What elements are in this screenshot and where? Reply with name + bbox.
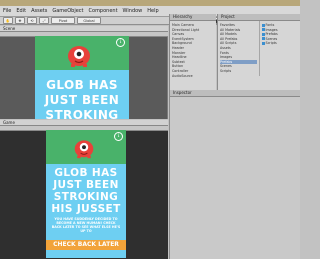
hierarchy-list: Main Camera Directional Light Canvas Eve… (170, 21, 216, 80)
game-phone-preview: i GLOB HAS JUST BEEN STROKING HIS JUSSET… (46, 130, 126, 258)
check-back-later-button[interactable]: CHECK BACK LATER (46, 240, 126, 250)
project-files: Fonts Images Prefabs Scenes Scripts (260, 21, 301, 76)
menu-file[interactable]: File (3, 8, 11, 14)
list-item[interactable]: Scripts (261, 41, 299, 46)
folder-icon (261, 28, 265, 32)
scale-icon: ⤢ (42, 18, 46, 23)
folder-icon (261, 41, 265, 45)
scene-phone-preview: i GLOB HAS JUST BEEN STROKING (35, 36, 129, 119)
global-toggle[interactable]: Global (77, 17, 101, 24)
hand-tool-button[interactable]: ✋ (3, 17, 13, 24)
rotate-tool-button[interactable]: ⟲ (27, 17, 37, 24)
list-item[interactable]: AudioSource (172, 74, 214, 79)
project-tree: Favorites All Materials All Models All P… (218, 21, 260, 76)
move-tool-button[interactable]: ✥ (15, 17, 25, 24)
move-icon: ✥ (18, 18, 22, 23)
folder-icon (261, 37, 265, 41)
info-icon[interactable]: i (116, 38, 125, 47)
inspector-panel: Inspector (169, 90, 300, 259)
pivot-toggle[interactable]: Pivot (51, 17, 75, 24)
info-icon[interactable]: i (114, 132, 123, 141)
menu-edit[interactable]: Edit (16, 8, 26, 14)
hierarchy-panel: Hierarchy Main Camera Directional Light … (169, 14, 216, 90)
menu-assets[interactable]: Assets (31, 8, 47, 14)
monster-icon (68, 46, 90, 67)
folder-icon (261, 32, 265, 36)
scale-tool-button[interactable]: ⤢ (39, 17, 49, 24)
subtext: YOU HAVE SUDDENLY DECIDED TO BECOME A NE… (51, 217, 121, 233)
rotate-icon: ⟲ (30, 18, 34, 23)
headline-text: GLOB HAS JUST BEEN STROKING HIS JUSSET (46, 167, 126, 215)
tab-hierarchy[interactable]: Hierarchy (170, 14, 216, 21)
headline-line: JUST BEEN (53, 179, 119, 191)
menu-gameobject[interactable]: GameObject (52, 8, 83, 14)
project-panel: Project Favorites All Materials All Mode… (217, 14, 300, 90)
tab-project[interactable]: Project (218, 14, 300, 21)
folder-icon (261, 23, 265, 27)
menu-component[interactable]: Component (89, 8, 118, 14)
tab-inspector[interactable]: Inspector (170, 90, 300, 97)
menu-help[interactable]: Help (147, 8, 158, 14)
hand-icon: ✋ (5, 18, 11, 23)
headline-line: STROKING (53, 191, 119, 203)
project-browser: Favorites All Materials All Models All P… (218, 21, 300, 76)
menu-window[interactable]: Window (123, 8, 143, 14)
list-item[interactable]: Scripts (220, 69, 257, 74)
headline-line: HIS JUSSET (51, 203, 121, 215)
monster-icon (74, 140, 94, 159)
headline-line: GLOB HAS (54, 167, 118, 179)
headline-text: GLOB HAS JUST BEEN STROKING (44, 78, 120, 119)
